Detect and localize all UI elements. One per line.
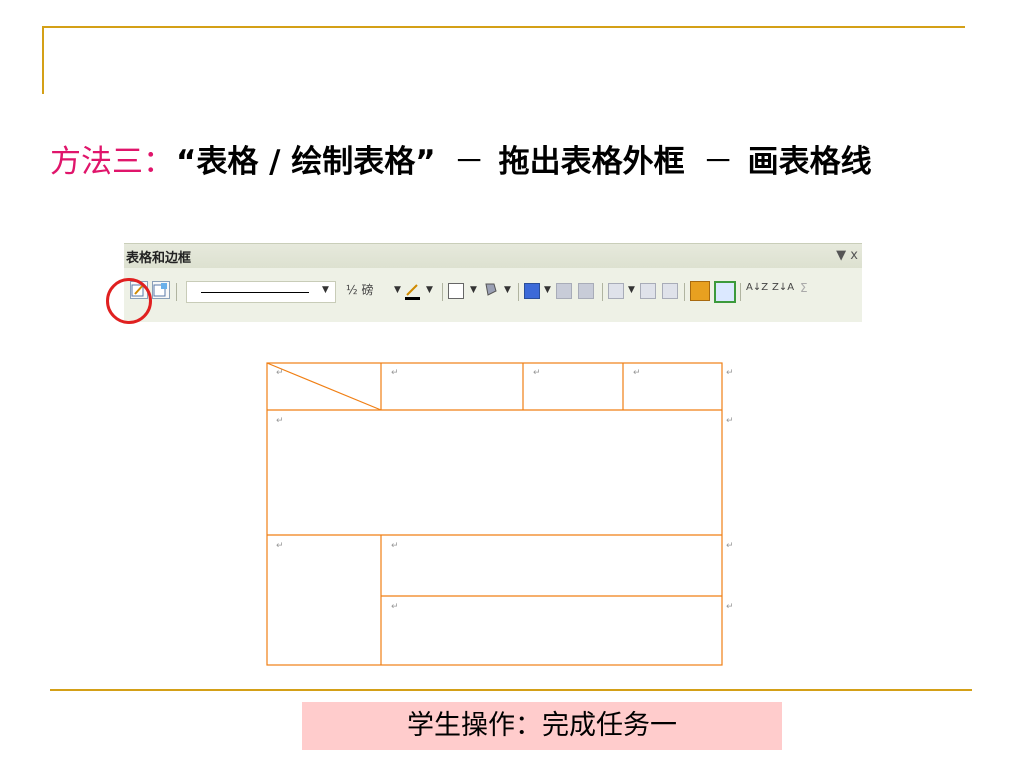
drawn-table-illustration [266,362,723,666]
separator [518,283,519,301]
method-label: 方法三 [50,144,143,180]
distribute-rows-icon[interactable] [640,283,656,299]
paragraph-mark: ↵ [533,368,541,378]
table-outer-border [266,362,723,666]
toolbar-title: 表格和边框 [126,251,192,266]
separator [602,283,603,301]
shading-color-icon[interactable] [482,281,500,303]
paragraph-mark: ↵ [726,541,734,551]
sort-descending-icon[interactable]: Z↓A [772,283,794,293]
sum-icon[interactable]: Σ [800,281,808,295]
split-cells-icon[interactable] [578,283,594,299]
step-separator: － [453,144,485,180]
student-task-label: 学生操作：完成任务一 [407,710,677,741]
distribute-columns-icon[interactable] [662,283,678,299]
chevron-down-icon[interactable]: ▼ [504,285,511,295]
frame-left-line [42,26,44,94]
toolbar-title-bar[interactable]: 表格和边框 ▼ x [124,244,862,268]
paragraph-mark: ↵ [633,368,641,378]
separator [442,283,443,301]
border-color-icon[interactable] [404,283,422,305]
toolbar-menu-close-icon[interactable]: ▼ x [836,248,858,263]
toolbar-row: ▼ ½ 磅 ▼ ▼ ▼ ▼ ▼ ▼ A↓Z Z↓A Σ [124,277,862,309]
paragraph-mark: ↵ [726,368,734,378]
chevron-down-icon[interactable]: ▼ [470,285,477,295]
paragraph-mark: ↵ [391,602,399,612]
step-drag-frame: 拖出表格外框 [498,144,685,180]
tables-and-borders-toolbar: 表格和边框 ▼ x ▼ ½ 磅 ▼ ▼ ▼ ▼ ▼ ▼ A↓Z Z↓A Σ [124,243,862,322]
autoformat-icon[interactable] [690,281,710,301]
align-icon[interactable] [608,283,624,299]
highlight-circle [106,278,152,324]
step-draw-lines: 画表格线 [747,144,872,180]
line-style-select[interactable] [186,281,336,303]
separator [684,283,685,301]
paragraph-mark: ↵ [726,602,734,612]
paragraph-mark: ↵ [391,541,399,551]
chevron-down-icon[interactable]: ▼ [426,285,433,295]
table-properties-icon[interactable] [714,281,736,303]
step-menu-path: “表格 / 绘制表格” [176,144,436,180]
chevron-down-icon[interactable]: ▼ [628,285,635,295]
method-colon: ： [143,144,174,180]
paragraph-mark: ↵ [391,368,399,378]
insert-table-icon[interactable] [524,283,540,299]
outside-border-icon[interactable] [448,283,464,299]
paragraph-mark: ↵ [276,368,284,378]
line-weight-select[interactable]: ½ 磅 [346,281,373,298]
chevron-down-icon[interactable]: ▼ [394,285,401,295]
paragraph-mark: ↵ [726,416,734,426]
step-separator-2: － [702,144,734,180]
frame-bottom-line [50,689,972,691]
sort-ascending-icon[interactable]: A↓Z [746,283,768,293]
paragraph-mark: ↵ [276,416,284,426]
student-task-banner: 学生操作：完成任务一 [302,702,782,750]
chevron-down-icon[interactable]: ▼ [544,285,551,295]
separator [740,283,741,301]
chevron-down-icon[interactable]: ▼ [322,285,329,295]
eraser-icon[interactable] [152,281,170,299]
diagonal-line [266,362,382,411]
separator [176,283,177,301]
merge-cells-icon[interactable] [556,283,572,299]
frame-top-line [42,26,965,28]
method-headline: 方法三：“表格 / 绘制表格” － 拖出表格外框 － 画表格线 [50,138,1010,186]
paragraph-mark: ↵ [276,541,284,551]
